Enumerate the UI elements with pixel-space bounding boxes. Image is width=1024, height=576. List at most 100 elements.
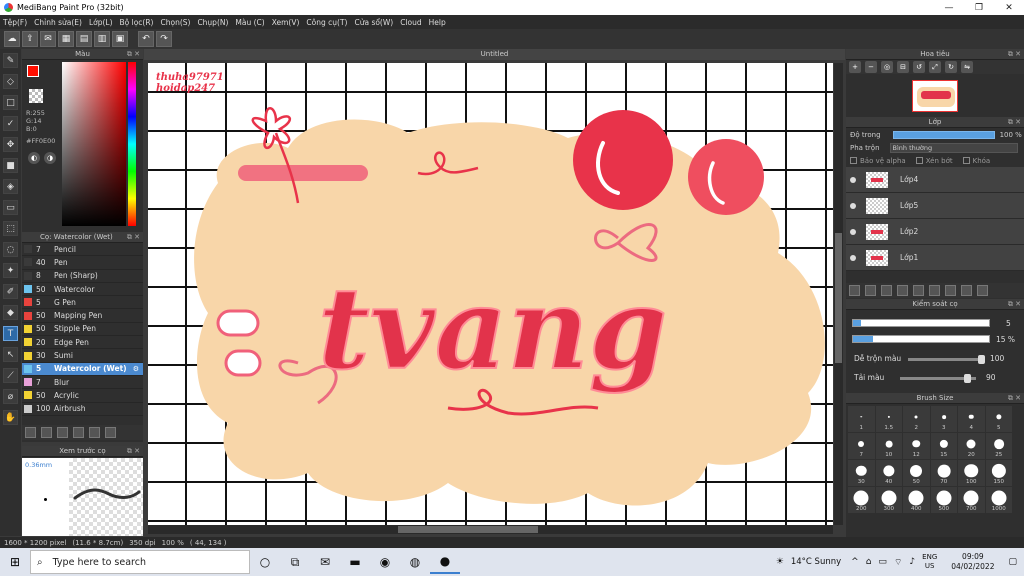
visibility-eye-icon[interactable] [850, 202, 856, 209]
minimize-button[interactable]: — [934, 3, 964, 13]
network-icon[interactable]: ⌂ [866, 557, 872, 567]
mix-slider[interactable] [908, 355, 985, 364]
brush-size-cell[interactable]: 50 [903, 460, 930, 486]
brush-opacity-bar[interactable] [852, 335, 990, 343]
brush-size-cell[interactable]: 500 [930, 487, 957, 513]
mail-icon[interactable]: ✉ [310, 550, 340, 574]
text-tool-icon[interactable]: T [3, 326, 18, 341]
layout-icon[interactable]: ▤ [76, 31, 92, 47]
redo-icon[interactable]: ↷ [156, 31, 172, 47]
palette-icon[interactable]: ◐ [28, 152, 40, 164]
layer-settings-icon[interactable] [961, 285, 972, 296]
menu-filter[interactable]: Bộ lọc(R) [120, 18, 154, 27]
brush-item[interactable]: 100 Airbrush [22, 403, 143, 416]
language-indicator[interactable]: ENG US [922, 553, 937, 571]
visibility-eye-icon[interactable] [850, 254, 856, 261]
layer-opacity-slider[interactable] [892, 130, 995, 139]
panels-icon[interactable]: ▥ [94, 31, 110, 47]
brush-item[interactable]: 5 Watercolor (Wet) ⚙ [22, 362, 143, 376]
brush-tool-icon[interactable]: ✎ [3, 53, 18, 68]
fit-window-icon[interactable]: ⤢ [929, 61, 941, 73]
gear-icon[interactable]: ⚙ [133, 365, 139, 373]
eraser-tool-icon[interactable]: ◇ [3, 74, 18, 89]
foreground-color-swatch[interactable] [27, 65, 39, 77]
brush-size-cell[interactable]: 25 [985, 433, 1012, 459]
visibility-eye-icon[interactable] [850, 176, 856, 183]
magic-wand-icon[interactable]: ✦ [3, 263, 18, 278]
grid-icon[interactable]: ▦ [58, 31, 74, 47]
layer-menu-icon[interactable] [897, 285, 908, 296]
brush-folder-icon[interactable] [89, 427, 100, 438]
horizontal-scrollbar[interactable] [148, 525, 833, 534]
menu-help[interactable]: Help [429, 18, 446, 27]
document-tab[interactable]: Untitled [144, 49, 845, 60]
delete-layer-icon[interactable] [977, 285, 988, 296]
eyedropper-tool-icon[interactable]: ⌀ [3, 389, 18, 404]
brush-size-cell[interactable]: 2 [903, 406, 930, 432]
operation-tool-icon[interactable]: ↖ [3, 347, 18, 362]
brush-size-cell[interactable]: 700 [958, 487, 985, 513]
protect-alpha-checkbox[interactable] [850, 157, 857, 164]
brush-item[interactable]: 7 Blur [22, 376, 143, 390]
brush-size-cell[interactable]: 150 [985, 460, 1012, 486]
panel-controls[interactable]: ⧉ ✕ [1008, 49, 1021, 60]
brush-size-cell[interactable]: 1.5 [875, 406, 902, 432]
menu-cloud[interactable]: Cloud [400, 18, 421, 27]
layer-row[interactable]: Lớp1 [846, 245, 1024, 271]
menu-color[interactable]: Màu (C) [235, 18, 264, 27]
brush-size-cell[interactable]: 300 [875, 487, 902, 513]
blend-mode-select[interactable]: Bình thường [889, 142, 1018, 153]
brush-size-cell[interactable]: 20 [958, 433, 985, 459]
load-slider[interactable] [900, 374, 976, 383]
divide-tool-icon[interactable]: ⟋ [3, 368, 18, 383]
panel-controls[interactable]: ⧉ ✕ [127, 232, 140, 243]
fit-icon[interactable]: ⊟ [897, 61, 909, 73]
panel-controls[interactable]: ⧉ ✕ [1008, 299, 1021, 310]
new-layer-icon[interactable] [849, 285, 860, 296]
dot-tool-icon[interactable]: ✓ [3, 116, 18, 131]
load-knob[interactable] [964, 374, 971, 383]
rotate-right-icon[interactable]: ↻ [945, 61, 957, 73]
scroll-thumb[interactable] [398, 526, 538, 533]
menu-window[interactable]: Cửa sổ(W) [354, 18, 393, 27]
vertical-scrollbar[interactable] [834, 63, 843, 525]
delete-brush-icon[interactable] [105, 427, 116, 438]
select-pen-icon[interactable]: ✐ [3, 284, 18, 299]
new-brush-icon[interactable] [41, 427, 52, 438]
rect-tool-icon[interactable]: □ [3, 95, 18, 110]
weather-text[interactable]: 14°C Sunny [791, 557, 841, 567]
bucket-tool-icon[interactable]: ◈ [3, 179, 18, 194]
cortana-icon[interactable]: ○ [250, 550, 280, 574]
panel-controls[interactable]: ⧉ ✕ [1008, 117, 1021, 128]
frame-icon[interactable]: ▣ [112, 31, 128, 47]
menu-layer[interactable]: Lớp(L) [89, 18, 113, 27]
move-tool-icon[interactable]: ✥ [3, 137, 18, 152]
brush-size-cell[interactable]: 200 [848, 487, 875, 513]
saturation-value-picker[interactable] [62, 62, 126, 226]
brush-size-cell[interactable]: 1000 [985, 487, 1012, 513]
layer-row[interactable]: Lớp2 [846, 219, 1024, 245]
brush-item[interactable]: 8 Pen (Sharp) [22, 270, 143, 283]
flip-icon[interactable]: ⇋ [961, 61, 973, 73]
brush-size-cell[interactable]: 70 [930, 460, 957, 486]
brush-size-cell[interactable]: 12 [903, 433, 930, 459]
brush-item[interactable]: 7 Pencil [22, 243, 143, 257]
brush-settings-icon[interactable] [25, 427, 36, 438]
brush-item[interactable]: 50 Watercolor [22, 283, 143, 297]
undo-icon[interactable]: ↶ [138, 31, 154, 47]
scroll-thumb[interactable] [835, 233, 842, 363]
brush-size-cell[interactable]: 10 [875, 433, 902, 459]
drawing-canvas[interactable]: tvang thuha97971 hoidap247 [148, 63, 833, 525]
brush-item[interactable]: 5 G Pen [22, 296, 143, 310]
brush-size-cell[interactable]: 400 [903, 487, 930, 513]
share-icon[interactable]: ⇪ [22, 31, 38, 47]
rotate-left-icon[interactable]: ↺ [913, 61, 925, 73]
fill-rect-tool-icon[interactable]: ■ [3, 158, 18, 173]
gradient-tool-icon[interactable]: ▭ [3, 200, 18, 215]
maximize-button[interactable]: ❐ [964, 3, 994, 13]
windows-start-icon[interactable]: ⊞ [0, 555, 30, 569]
brush-item[interactable]: 20 Edge Pen [22, 336, 143, 350]
task-view-icon[interactable]: ⧉ [280, 550, 310, 574]
hue-slider[interactable] [128, 62, 136, 226]
menu-file[interactable]: Tệp(F) [3, 18, 27, 27]
